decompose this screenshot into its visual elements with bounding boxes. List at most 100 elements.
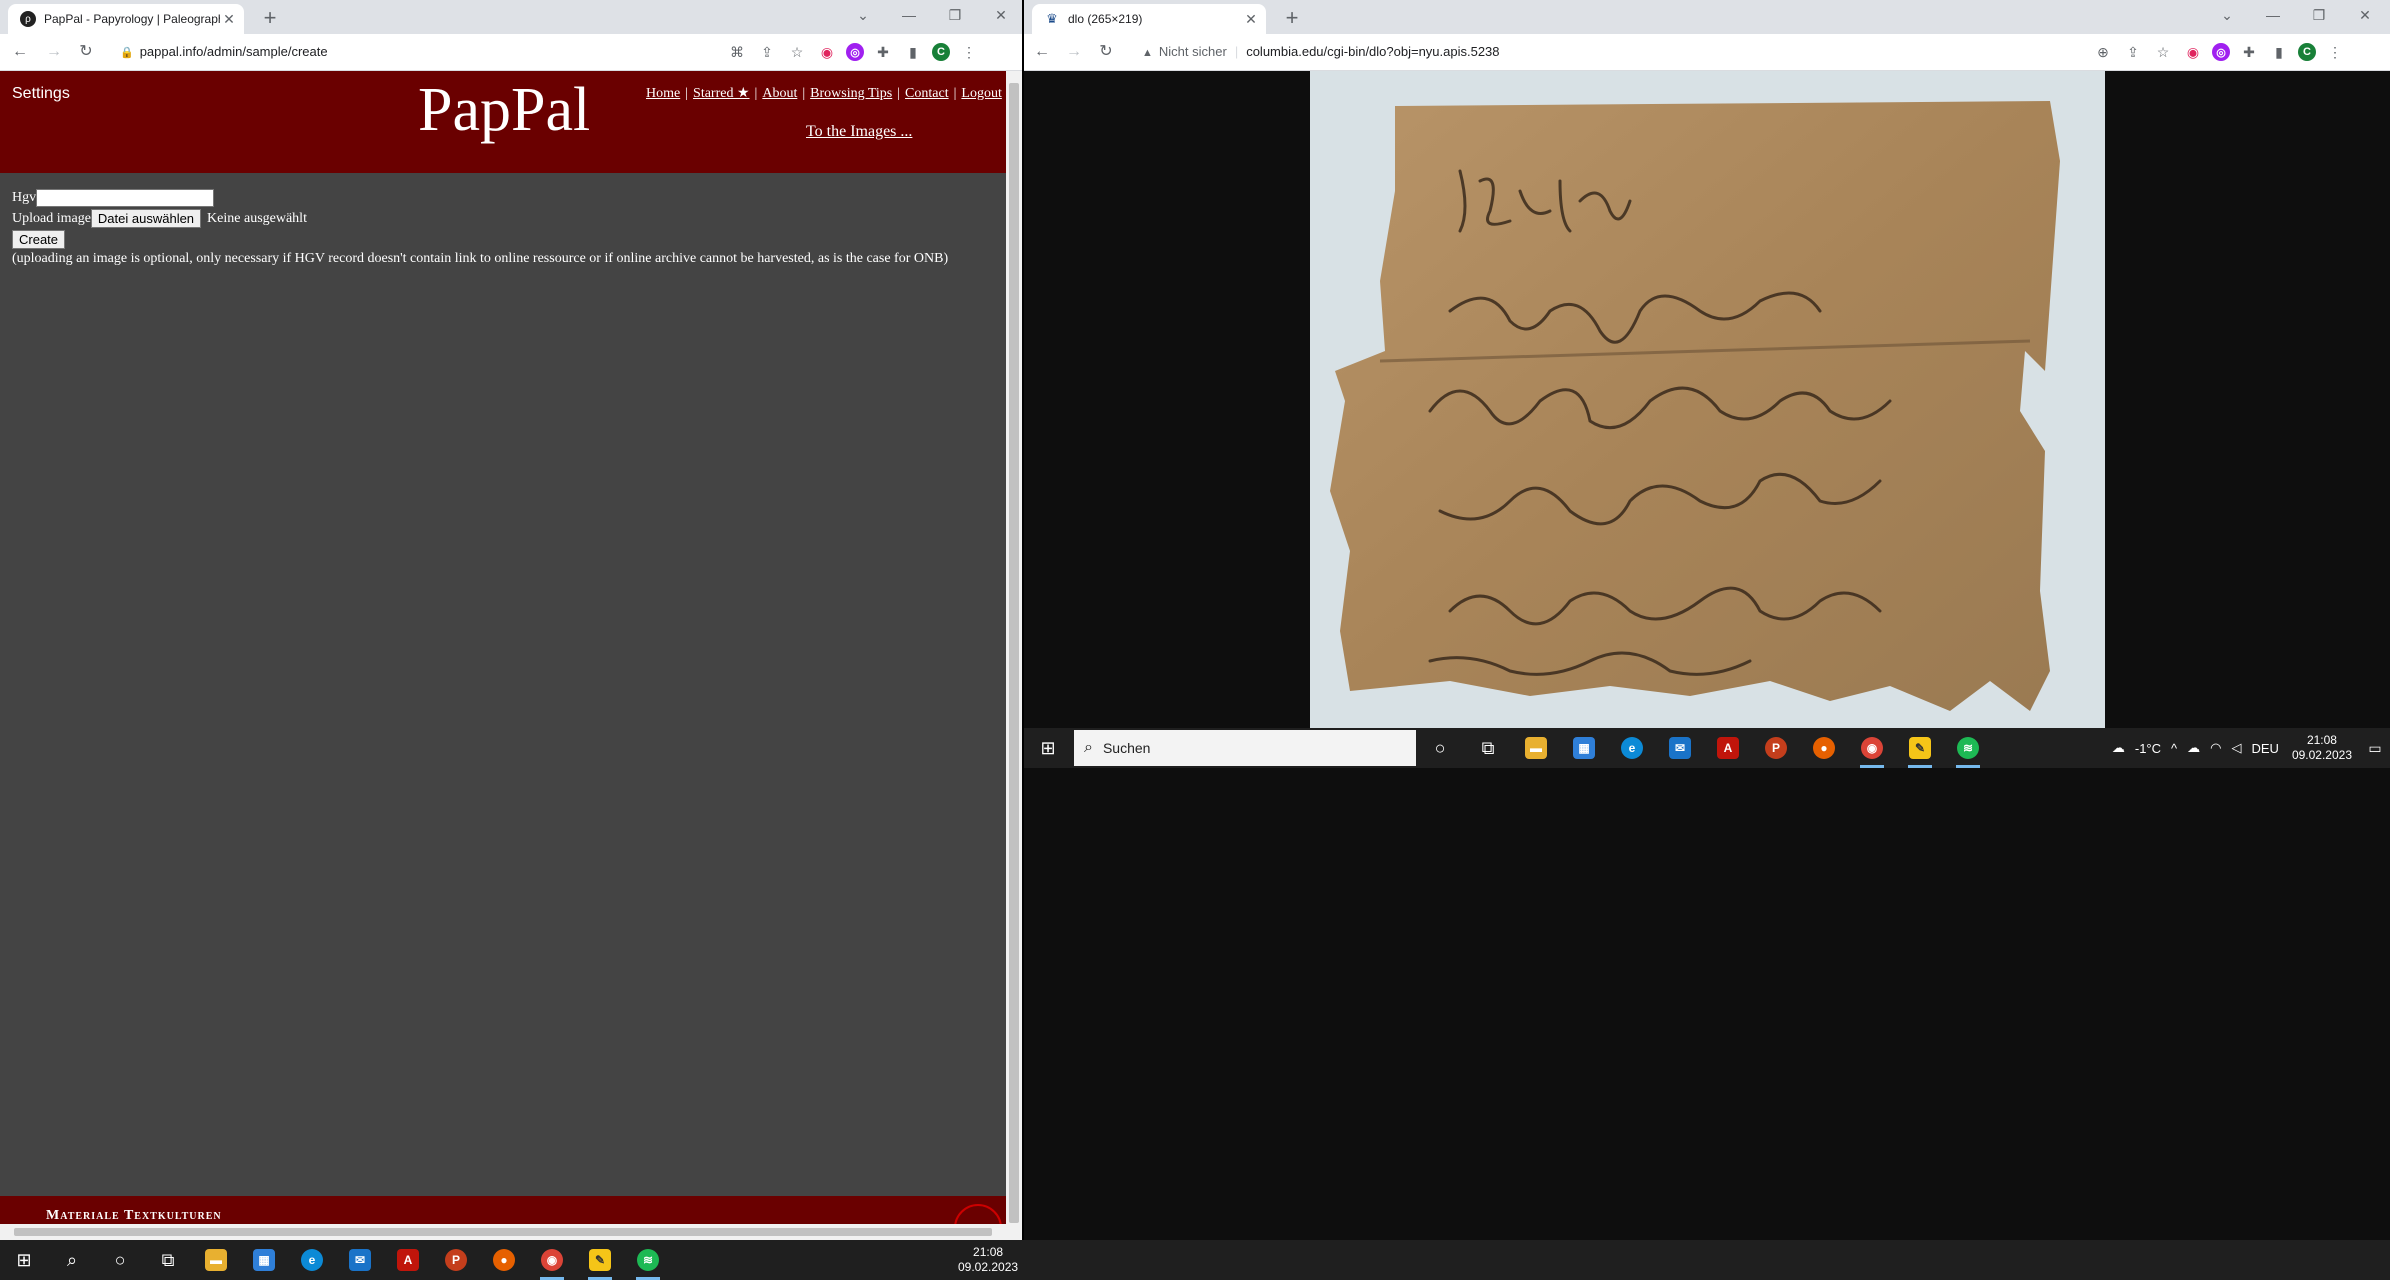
forward-icon[interactable]: →	[1062, 40, 1086, 64]
onedrive-icon[interactable]: ☁	[2187, 740, 2200, 756]
extension-red-icon[interactable]: ◉	[816, 41, 838, 63]
settings-link[interactable]: Settings	[12, 85, 70, 103]
zoom-icon[interactable]: ⊕	[2092, 41, 2114, 63]
speaker-icon[interactable]: ◁	[2231, 740, 2241, 756]
sidepanel-icon[interactable]: ▮	[902, 41, 924, 63]
notes-icon[interactable]: ✎	[576, 1240, 624, 1280]
menu-kebab-icon[interactable]: ⋮	[958, 41, 980, 63]
file-explorer-icon[interactable]: ▬	[192, 1240, 240, 1280]
scroll-thumb[interactable]	[1009, 83, 1019, 1223]
bookmark-star-icon[interactable]: ☆	[2152, 41, 2174, 63]
tab-pappal[interactable]: ρ PapPal - Papyrology | Paleograph ✕	[8, 4, 244, 34]
notification-icon[interactable]: ▭	[2360, 728, 2390, 768]
nav-contact[interactable]: Contact	[905, 86, 949, 101]
nav-starred[interactable]: Starred ★	[693, 86, 749, 101]
nav-about[interactable]: About	[762, 86, 797, 101]
address-bar[interactable]: 🔒 pappal.info/admin/sample/create	[120, 41, 328, 63]
new-tab-button[interactable]: +	[1278, 4, 1306, 32]
tab-dlo[interactable]: ♛ dlo (265×219) ✕	[1032, 4, 1266, 34]
profile-avatar[interactable]: C	[932, 43, 950, 61]
extensions-puzzle-icon[interactable]: ✚	[2238, 41, 2260, 63]
nav-separator: |	[897, 86, 901, 101]
firefox-icon[interactable]: ●	[480, 1240, 528, 1280]
chrome-icon[interactable]: ◉	[1848, 728, 1896, 768]
reload-icon[interactable]: ↻	[1094, 40, 1118, 64]
browser-toolbar: ← → ↻ 🔒 pappal.info/admin/sample/create ⌘…	[0, 34, 1022, 71]
sidepanel-icon[interactable]: ▮	[2268, 41, 2290, 63]
taskbar-clock[interactable]: 21:08 09.02.2023	[2292, 733, 2352, 763]
extension-purple-icon[interactable]: ◎	[2212, 43, 2230, 61]
weather-temp[interactable]: -1°C	[2135, 741, 2161, 756]
tray-expand-icon[interactable]: ^	[2171, 741, 2177, 756]
clock-date: 09.02.2023	[2291, 748, 2352, 762]
share-icon[interactable]: ⇪	[756, 41, 778, 63]
taskbar-search[interactable]: ⌕ Suchen	[1074, 730, 1416, 766]
store-icon[interactable]: ▦	[1560, 728, 1608, 768]
to-images-link[interactable]: To the Images ...	[806, 123, 912, 141]
forward-icon[interactable]: →	[42, 40, 66, 64]
store-icon[interactable]: ▦	[240, 1240, 288, 1280]
language-indicator[interactable]: DEU	[2251, 741, 2278, 756]
extensions-area: ⌘ ⇪ ☆ ◉ ◎ ✚ ▮ C ⋮	[726, 40, 980, 64]
close-tab-icon[interactable]: ✕	[1242, 11, 1260, 28]
taskbar-clock[interactable]: 21:08 09.02.2023	[958, 1245, 1018, 1275]
acrobat-icon[interactable]: A	[384, 1240, 432, 1280]
cortana-icon[interactable]: ○	[1416, 728, 1464, 768]
nav-browsing-tips[interactable]: Browsing Tips	[810, 86, 892, 101]
bookmark-star-icon[interactable]: ☆	[786, 41, 808, 63]
restore-button[interactable]: ❐	[932, 0, 978, 30]
spotify-icon[interactable]: ≋	[624, 1240, 672, 1280]
choose-file-button[interactable]: Datei auswählen	[90, 209, 202, 228]
spotify-icon[interactable]: ≋	[1944, 728, 1992, 768]
site-header: Settings PapPal Home | Starred ★ | About | Bro…	[0, 71, 1006, 173]
nav-logout[interactable]: Logout	[961, 86, 1001, 101]
windows-start-icon[interactable]: ⊞	[1024, 728, 1072, 768]
search-icon[interactable]: ⌕	[48, 1240, 96, 1280]
tab-search-icon[interactable]: ⌄	[840, 0, 886, 30]
back-icon[interactable]: ←	[1030, 40, 1054, 64]
site-logo[interactable]: PapPal	[418, 75, 590, 146]
cortana-icon[interactable]: ○	[96, 1240, 144, 1280]
restore-button[interactable]: ❐	[2296, 0, 2342, 30]
powerpoint-icon[interactable]: P	[432, 1240, 480, 1280]
mail-icon[interactable]: ✉	[1656, 728, 1704, 768]
extension-red-icon[interactable]: ◉	[2182, 41, 2204, 63]
weather-icon[interactable]: ☁	[2112, 740, 2125, 756]
task-view-icon[interactable]: ⧉	[1464, 728, 1512, 768]
tab-search-icon[interactable]: ⌄	[2204, 0, 2250, 30]
horizontal-scrollbar[interactable]	[0, 1224, 1006, 1240]
notes-icon[interactable]: ✎	[1896, 728, 1944, 768]
reload-icon[interactable]: ↻	[74, 40, 98, 64]
minimize-button[interactable]: —	[886, 0, 932, 30]
back-icon[interactable]: ←	[8, 40, 32, 64]
new-tab-button[interactable]: +	[256, 4, 284, 32]
edge-icon[interactable]: e	[288, 1240, 336, 1280]
chrome-icon[interactable]: ◉	[528, 1240, 576, 1280]
profile-avatar[interactable]: C	[2298, 43, 2316, 61]
scroll-thumb[interactable]	[14, 1228, 992, 1236]
close-tab-icon[interactable]: ✕	[220, 11, 238, 28]
wifi-icon[interactable]: ◠	[2210, 740, 2221, 756]
file-explorer-icon[interactable]: ▬	[1512, 728, 1560, 768]
close-window-button[interactable]: ✕	[978, 0, 1022, 30]
close-window-button[interactable]: ✕	[2342, 0, 2388, 30]
url-divider: |	[1234, 44, 1239, 59]
task-view-icon[interactable]: ⧉	[144, 1240, 192, 1280]
mail-icon[interactable]: ✉	[336, 1240, 384, 1280]
vertical-scrollbar[interactable]	[1006, 71, 1022, 1240]
powerpoint-icon[interactable]: P	[1752, 728, 1800, 768]
menu-kebab-icon[interactable]: ⋮	[2324, 41, 2346, 63]
address-bar[interactable]: ▲ Nicht sicher | columbia.edu/cgi-bin/dlo?o…	[1142, 41, 1500, 63]
translate-icon[interactable]: ⌘	[726, 41, 748, 63]
firefox-icon[interactable]: ●	[1800, 728, 1848, 768]
edge-icon[interactable]: e	[1608, 728, 1656, 768]
extensions-puzzle-icon[interactable]: ✚	[872, 41, 894, 63]
acrobat-icon[interactable]: A	[1704, 728, 1752, 768]
nav-home[interactable]: Home	[646, 86, 680, 101]
extension-purple-icon[interactable]: ◎	[846, 43, 864, 61]
minimize-button[interactable]: —	[2250, 0, 2296, 30]
hgv-input[interactable]	[36, 188, 215, 207]
windows-start-icon[interactable]: ⊞	[0, 1240, 48, 1280]
share-icon[interactable]: ⇪	[2122, 41, 2144, 63]
create-button[interactable]: Create	[12, 230, 66, 249]
